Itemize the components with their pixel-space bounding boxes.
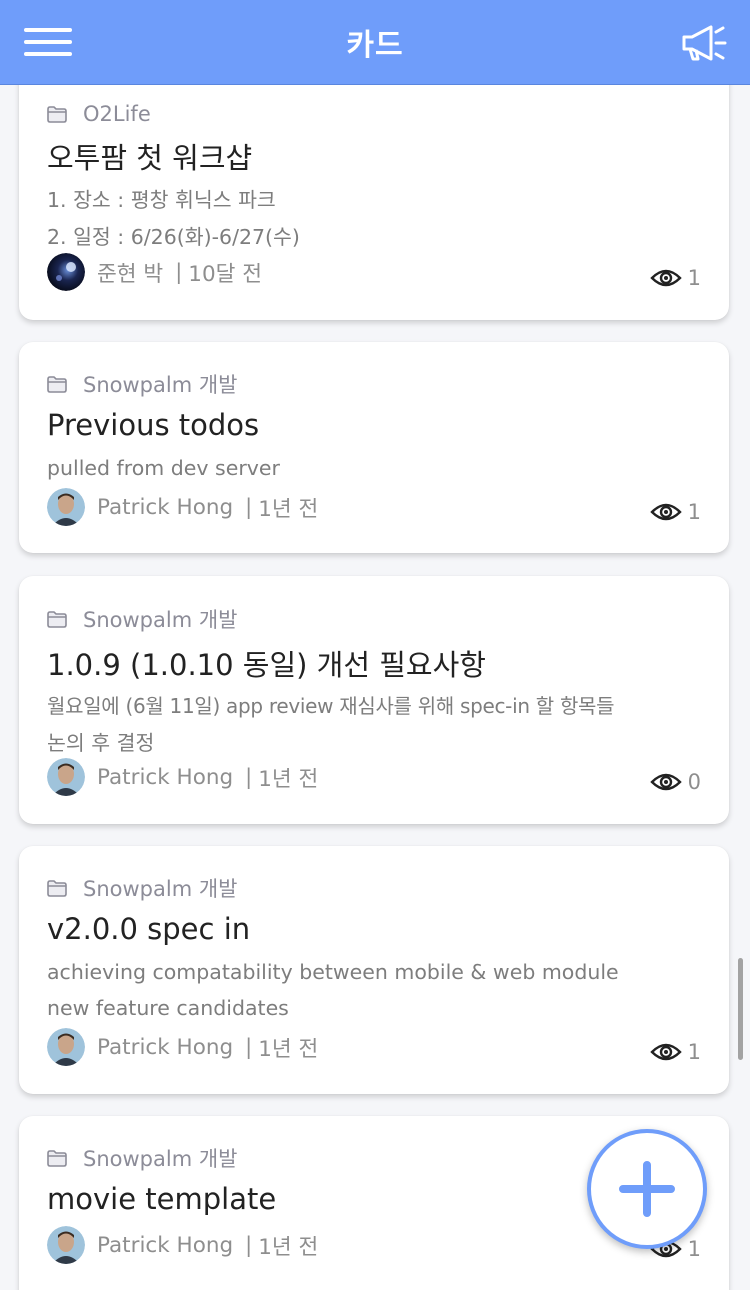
avatar xyxy=(47,253,85,291)
folder-name: Snowpalm 개발 xyxy=(83,608,238,632)
author-name: 준현 박 xyxy=(97,261,164,287)
folder-icon xyxy=(47,879,67,897)
folder-name: Snowpalm 개발 xyxy=(83,1147,238,1171)
folder-icon xyxy=(47,610,67,628)
view-count: 0 xyxy=(649,767,701,797)
card-description-line: achieving compatability between mobile &… xyxy=(47,960,619,984)
card-folder: Snowpalm 개발 xyxy=(47,1143,237,1173)
card-title: 1.0.9 (1.0.10 동일) 개선 필요사항 xyxy=(47,648,486,682)
author-name: Patrick Hong xyxy=(97,1232,234,1258)
eye-icon xyxy=(649,503,682,521)
card-description-line: new feature candidates xyxy=(47,996,289,1020)
folder-icon xyxy=(47,105,67,123)
card-description-line: pulled from dev server xyxy=(47,456,280,480)
avatar xyxy=(47,1028,85,1066)
card-description-line: 월요일에 (6월 11일) app review 재심사를 위해 spec-in… xyxy=(47,694,615,718)
eye-icon xyxy=(649,1043,682,1061)
scrollbar[interactable] xyxy=(738,958,743,1060)
time-ago: 1년 전 xyxy=(258,1036,319,1062)
card-author: Patrick Hong | 1년 전 xyxy=(47,1027,318,1067)
card-title: 오투팜 첫 워크샵 xyxy=(47,141,253,175)
view-count: 1 xyxy=(649,497,701,527)
time-ago: 10달 전 xyxy=(188,261,263,287)
card-author: Patrick Hong | 1년 전 xyxy=(47,487,318,527)
time-ago: 1년 전 xyxy=(258,766,319,792)
plus-icon xyxy=(619,1161,675,1217)
card-description-line: 논의 후 결정 xyxy=(47,731,155,755)
card-item[interactable]: Snowpalm 개발 1.0.9 (1.0.10 동일) 개선 필요사항 월요… xyxy=(19,576,729,824)
card-item[interactable]: O2Life 오투팜 첫 워크샵 1. 장소 : 평창 휘닉스 파크 2. 일정… xyxy=(19,85,729,320)
card-author: Patrick Hong | 1년 전 xyxy=(47,757,318,797)
folder-icon xyxy=(47,375,67,393)
avatar xyxy=(47,488,85,526)
time-ago: 1년 전 xyxy=(258,1234,319,1260)
card-folder: Snowpalm 개발 xyxy=(47,873,237,903)
folder-icon xyxy=(47,1149,67,1167)
card-folder: Snowpalm 개발 xyxy=(47,369,237,399)
folder-name: Snowpalm 개발 xyxy=(83,877,238,901)
view-count: 1 xyxy=(649,263,701,293)
card-description-line: 2. 일정 : 6/26(화)-6/27(수) xyxy=(47,225,300,249)
author-name: Patrick Hong xyxy=(97,764,234,790)
card-folder: Snowpalm 개발 xyxy=(47,604,237,634)
card-title: movie template xyxy=(47,1182,277,1216)
card-item[interactable]: Snowpalm 개발 v2.0.0 spec in achieving com… xyxy=(19,846,729,1094)
time-ago: 1년 전 xyxy=(258,496,319,522)
author-name: Patrick Hong xyxy=(97,494,234,520)
view-count: 1 xyxy=(649,1037,701,1067)
card-item[interactable]: Snowpalm 개발 Previous todos pulled from d… xyxy=(19,342,729,553)
page-title: 카드 xyxy=(346,28,404,63)
avatar xyxy=(47,1226,85,1264)
card-title: Previous todos xyxy=(47,408,260,442)
card-author: Patrick Hong | 1년 전 xyxy=(47,1225,318,1265)
card-author: 준현 박 | 10달 전 xyxy=(47,252,262,292)
avatar xyxy=(47,758,85,796)
megaphone-icon[interactable] xyxy=(678,22,728,64)
author-name: Patrick Hong xyxy=(97,1034,234,1060)
app-header: 카드 xyxy=(0,0,750,85)
add-card-button[interactable] xyxy=(587,1129,707,1249)
eye-icon xyxy=(649,269,682,287)
card-description-line: 1. 장소 : 평창 휘닉스 파크 xyxy=(47,188,276,212)
card-title: v2.0.0 spec in xyxy=(47,912,251,946)
folder-name: Snowpalm 개발 xyxy=(83,373,238,397)
card-feed[interactable]: O2Life 오투팜 첫 워크샵 1. 장소 : 평창 휘닉스 파크 2. 일정… xyxy=(0,85,750,1290)
card-folder: O2Life xyxy=(47,99,151,129)
folder-name: O2Life xyxy=(83,102,151,126)
eye-icon xyxy=(649,773,682,791)
